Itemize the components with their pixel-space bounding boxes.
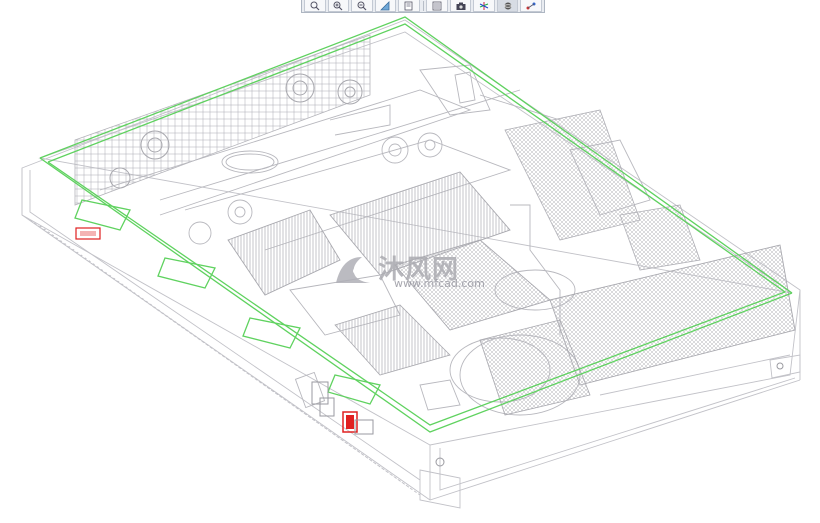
zoom-in-button[interactable] <box>327 0 349 12</box>
datum-display-button[interactable] <box>520 0 542 12</box>
server-chassis-wireframe <box>21 16 801 509</box>
spin-center-icon <box>479 1 489 10</box>
layers-button[interactable] <box>426 0 448 12</box>
camera-icon <box>456 2 466 10</box>
view-orient-icon <box>380 0 390 10</box>
spin-center-button[interactable] <box>473 0 495 12</box>
datum-display-icon <box>526 2 536 9</box>
model-viewport[interactable]: 沐风网 www.mfcad.com <box>0 13 820 519</box>
view-orient-button[interactable] <box>374 0 396 12</box>
saved-views-button[interactable] <box>398 0 420 12</box>
saved-views-icon <box>404 1 413 10</box>
rear-vent-grid <box>74 34 371 206</box>
power-supply <box>549 244 796 386</box>
display-style-button[interactable] <box>496 0 519 12</box>
toolbar-separator <box>422 1 424 11</box>
zoom-in-icon <box>333 1 343 10</box>
pcie-slot <box>334 304 451 376</box>
layers-icon <box>432 1 442 10</box>
camera-button[interactable] <box>449 0 472 12</box>
zoom-out-button[interactable] <box>351 0 373 12</box>
zoom-out-icon <box>357 1 367 10</box>
zoom-fit-button[interactable] <box>304 0 326 12</box>
zoom-fit-icon <box>310 1 320 10</box>
rear-io-block <box>619 204 701 271</box>
view-toolbar <box>301 0 545 13</box>
display-style-icon <box>503 2 512 9</box>
